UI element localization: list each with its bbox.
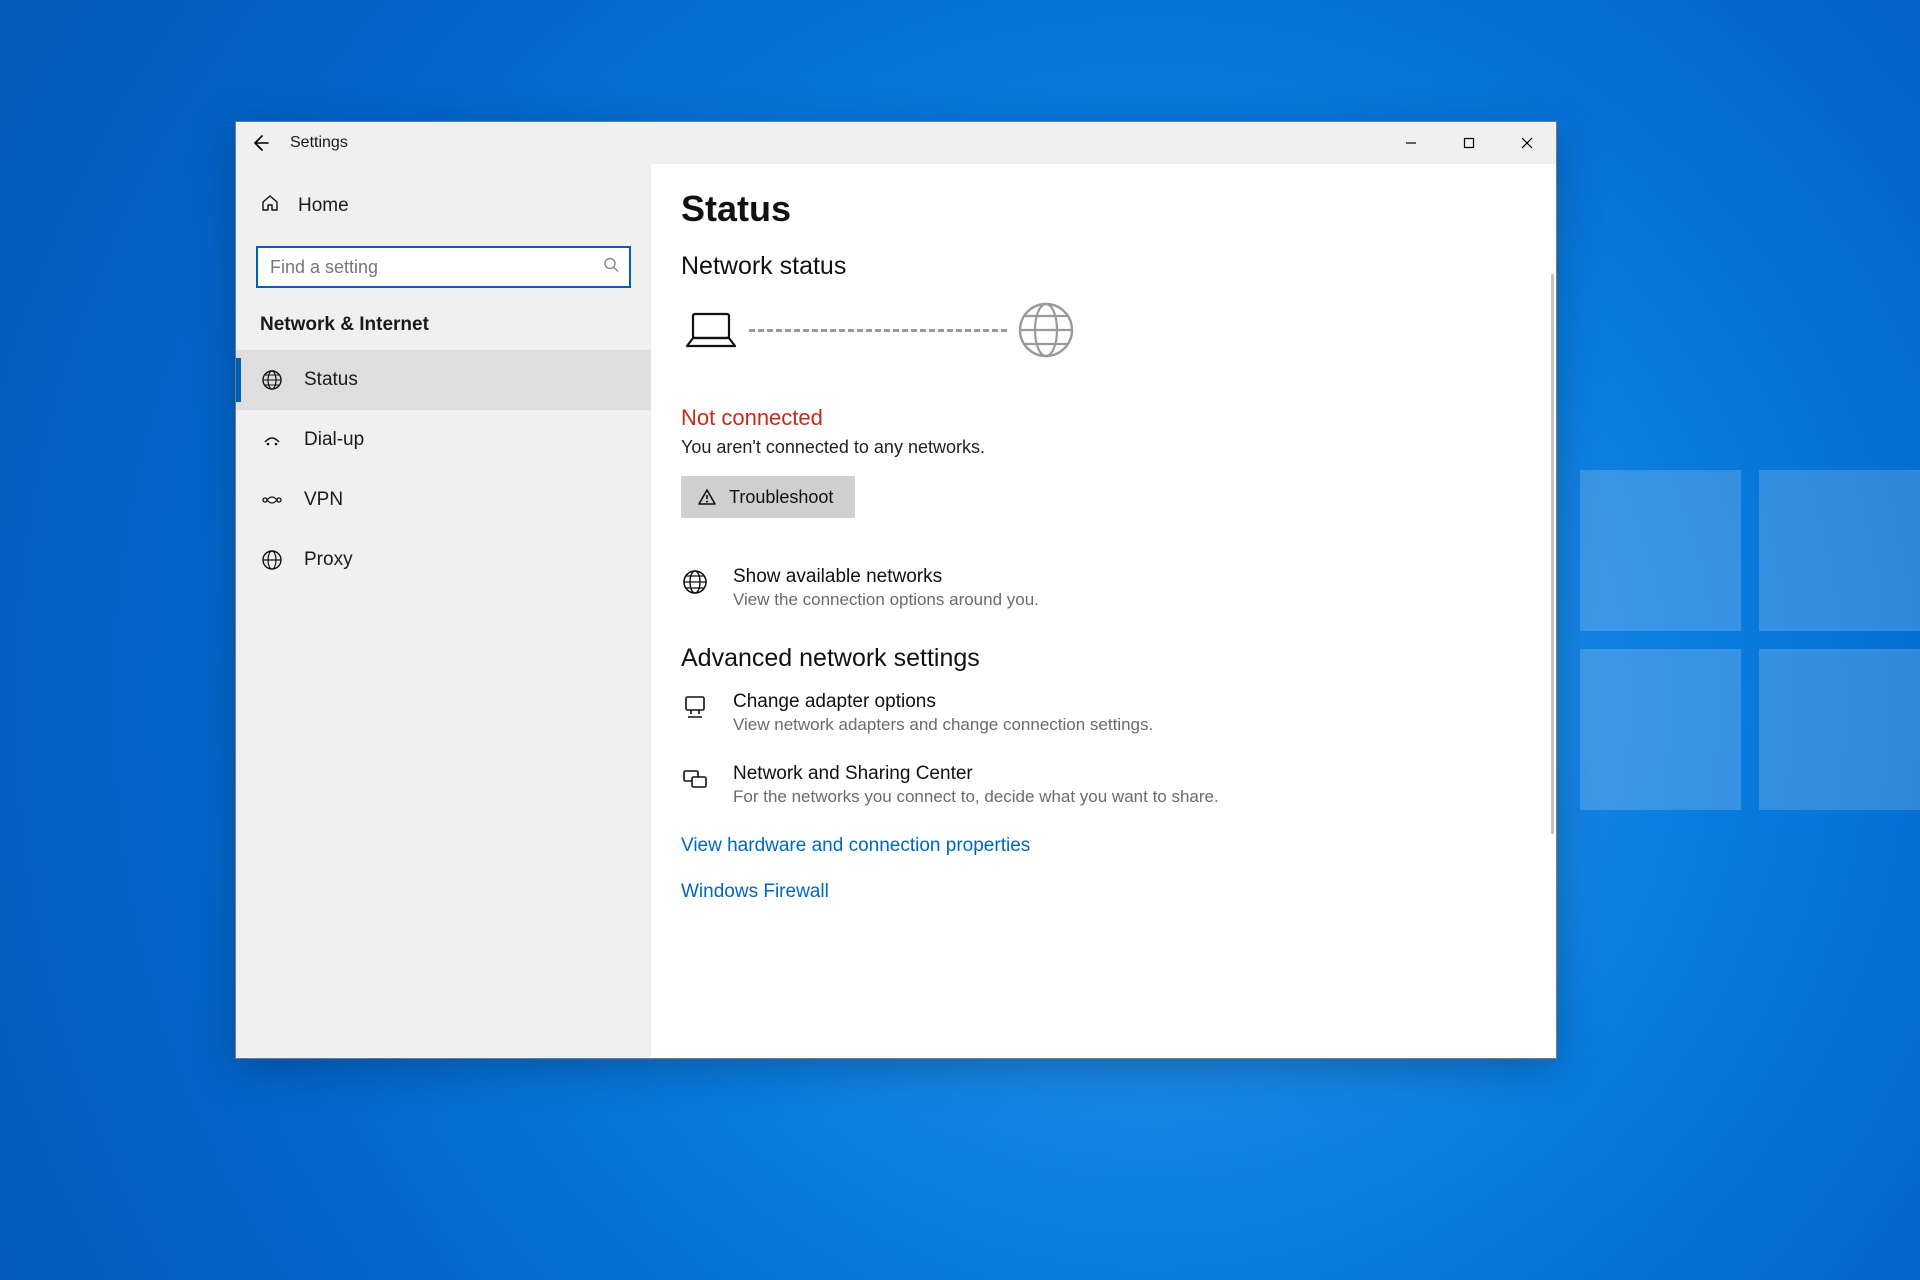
sidebar-item-dialup[interactable]: Dial-up <box>236 410 651 470</box>
show-networks-row[interactable]: Show available networks View the connect… <box>681 566 1514 610</box>
settings-window: Settings Home Networ <box>235 121 1557 1059</box>
connection-dash <box>749 329 1007 332</box>
search-wrap <box>256 246 631 288</box>
network-status-heading: Network status <box>681 252 1514 281</box>
windows-logo-bg <box>1580 470 1920 810</box>
show-networks-desc: View the connection options around you. <box>733 590 1039 610</box>
troubleshoot-label: Troubleshoot <box>729 487 833 508</box>
troubleshoot-button[interactable]: Troubleshoot <box>681 476 855 518</box>
sidebar-item-label: Dial-up <box>304 429 364 451</box>
maximize-icon <box>1463 137 1475 149</box>
sidebar-item-label: Status <box>304 369 358 391</box>
network-diagram <box>683 301 1514 359</box>
minimize-icon <box>1405 137 1417 149</box>
search-input[interactable] <box>256 246 631 288</box>
content: Status Network status Not connected You … <box>651 164 1556 1058</box>
adapter-icon <box>681 691 713 726</box>
adapter-desc: View network adapters and change connect… <box>733 715 1153 735</box>
back-button[interactable] <box>236 122 284 164</box>
home-icon <box>260 193 280 219</box>
sidebar-item-label: Proxy <box>304 549 353 571</box>
sidebar-item-status[interactable]: Status <box>236 350 651 410</box>
sidebar-item-proxy[interactable]: Proxy <box>236 530 651 590</box>
globe-icon <box>1017 301 1075 359</box>
sharing-title: Network and Sharing Center <box>733 763 1219 785</box>
maximize-button[interactable] <box>1440 122 1498 164</box>
proxy-icon <box>260 549 284 571</box>
sidebar-category: Network & Internet <box>236 306 651 350</box>
show-networks-title: Show available networks <box>733 566 1039 588</box>
adapter-title: Change adapter options <box>733 691 1153 713</box>
sharing-icon <box>681 763 713 798</box>
warning-icon <box>697 487 717 507</box>
dialup-icon <box>260 429 284 451</box>
back-arrow-icon <box>250 133 270 153</box>
search-icon <box>603 257 619 278</box>
laptop-icon <box>683 308 739 352</box>
titlebar: Settings <box>236 122 1556 164</box>
sharing-desc: For the networks you connect to, decide … <box>733 787 1219 807</box>
sidebar-home-label: Home <box>298 195 349 217</box>
close-button[interactable] <box>1498 122 1556 164</box>
globe-small-icon <box>681 566 713 601</box>
status-icon <box>260 369 284 391</box>
minimize-button[interactable] <box>1382 122 1440 164</box>
close-icon <box>1521 137 1533 149</box>
advanced-heading: Advanced network settings <box>681 644 1514 673</box>
vpn-icon <box>260 490 284 510</box>
scrollbar-thumb[interactable] <box>1551 274 1554 834</box>
sidebar: Home Network & Internet Status Dial- <box>236 164 651 1058</box>
hardware-properties-link[interactable]: View hardware and connection properties <box>681 835 1514 857</box>
window-title: Settings <box>290 134 348 152</box>
page-title: Status <box>681 188 1514 230</box>
sidebar-item-vpn[interactable]: VPN <box>236 470 651 530</box>
sharing-center-row[interactable]: Network and Sharing Center For the netwo… <box>681 763 1514 807</box>
sidebar-home[interactable]: Home <box>236 180 651 232</box>
windows-firewall-link[interactable]: Windows Firewall <box>681 881 1514 903</box>
adapter-options-row[interactable]: Change adapter options View network adap… <box>681 691 1514 735</box>
sidebar-item-label: VPN <box>304 489 343 511</box>
status-flag: Not connected <box>681 405 1514 431</box>
status-sub: You aren't connected to any networks. <box>681 437 1514 458</box>
